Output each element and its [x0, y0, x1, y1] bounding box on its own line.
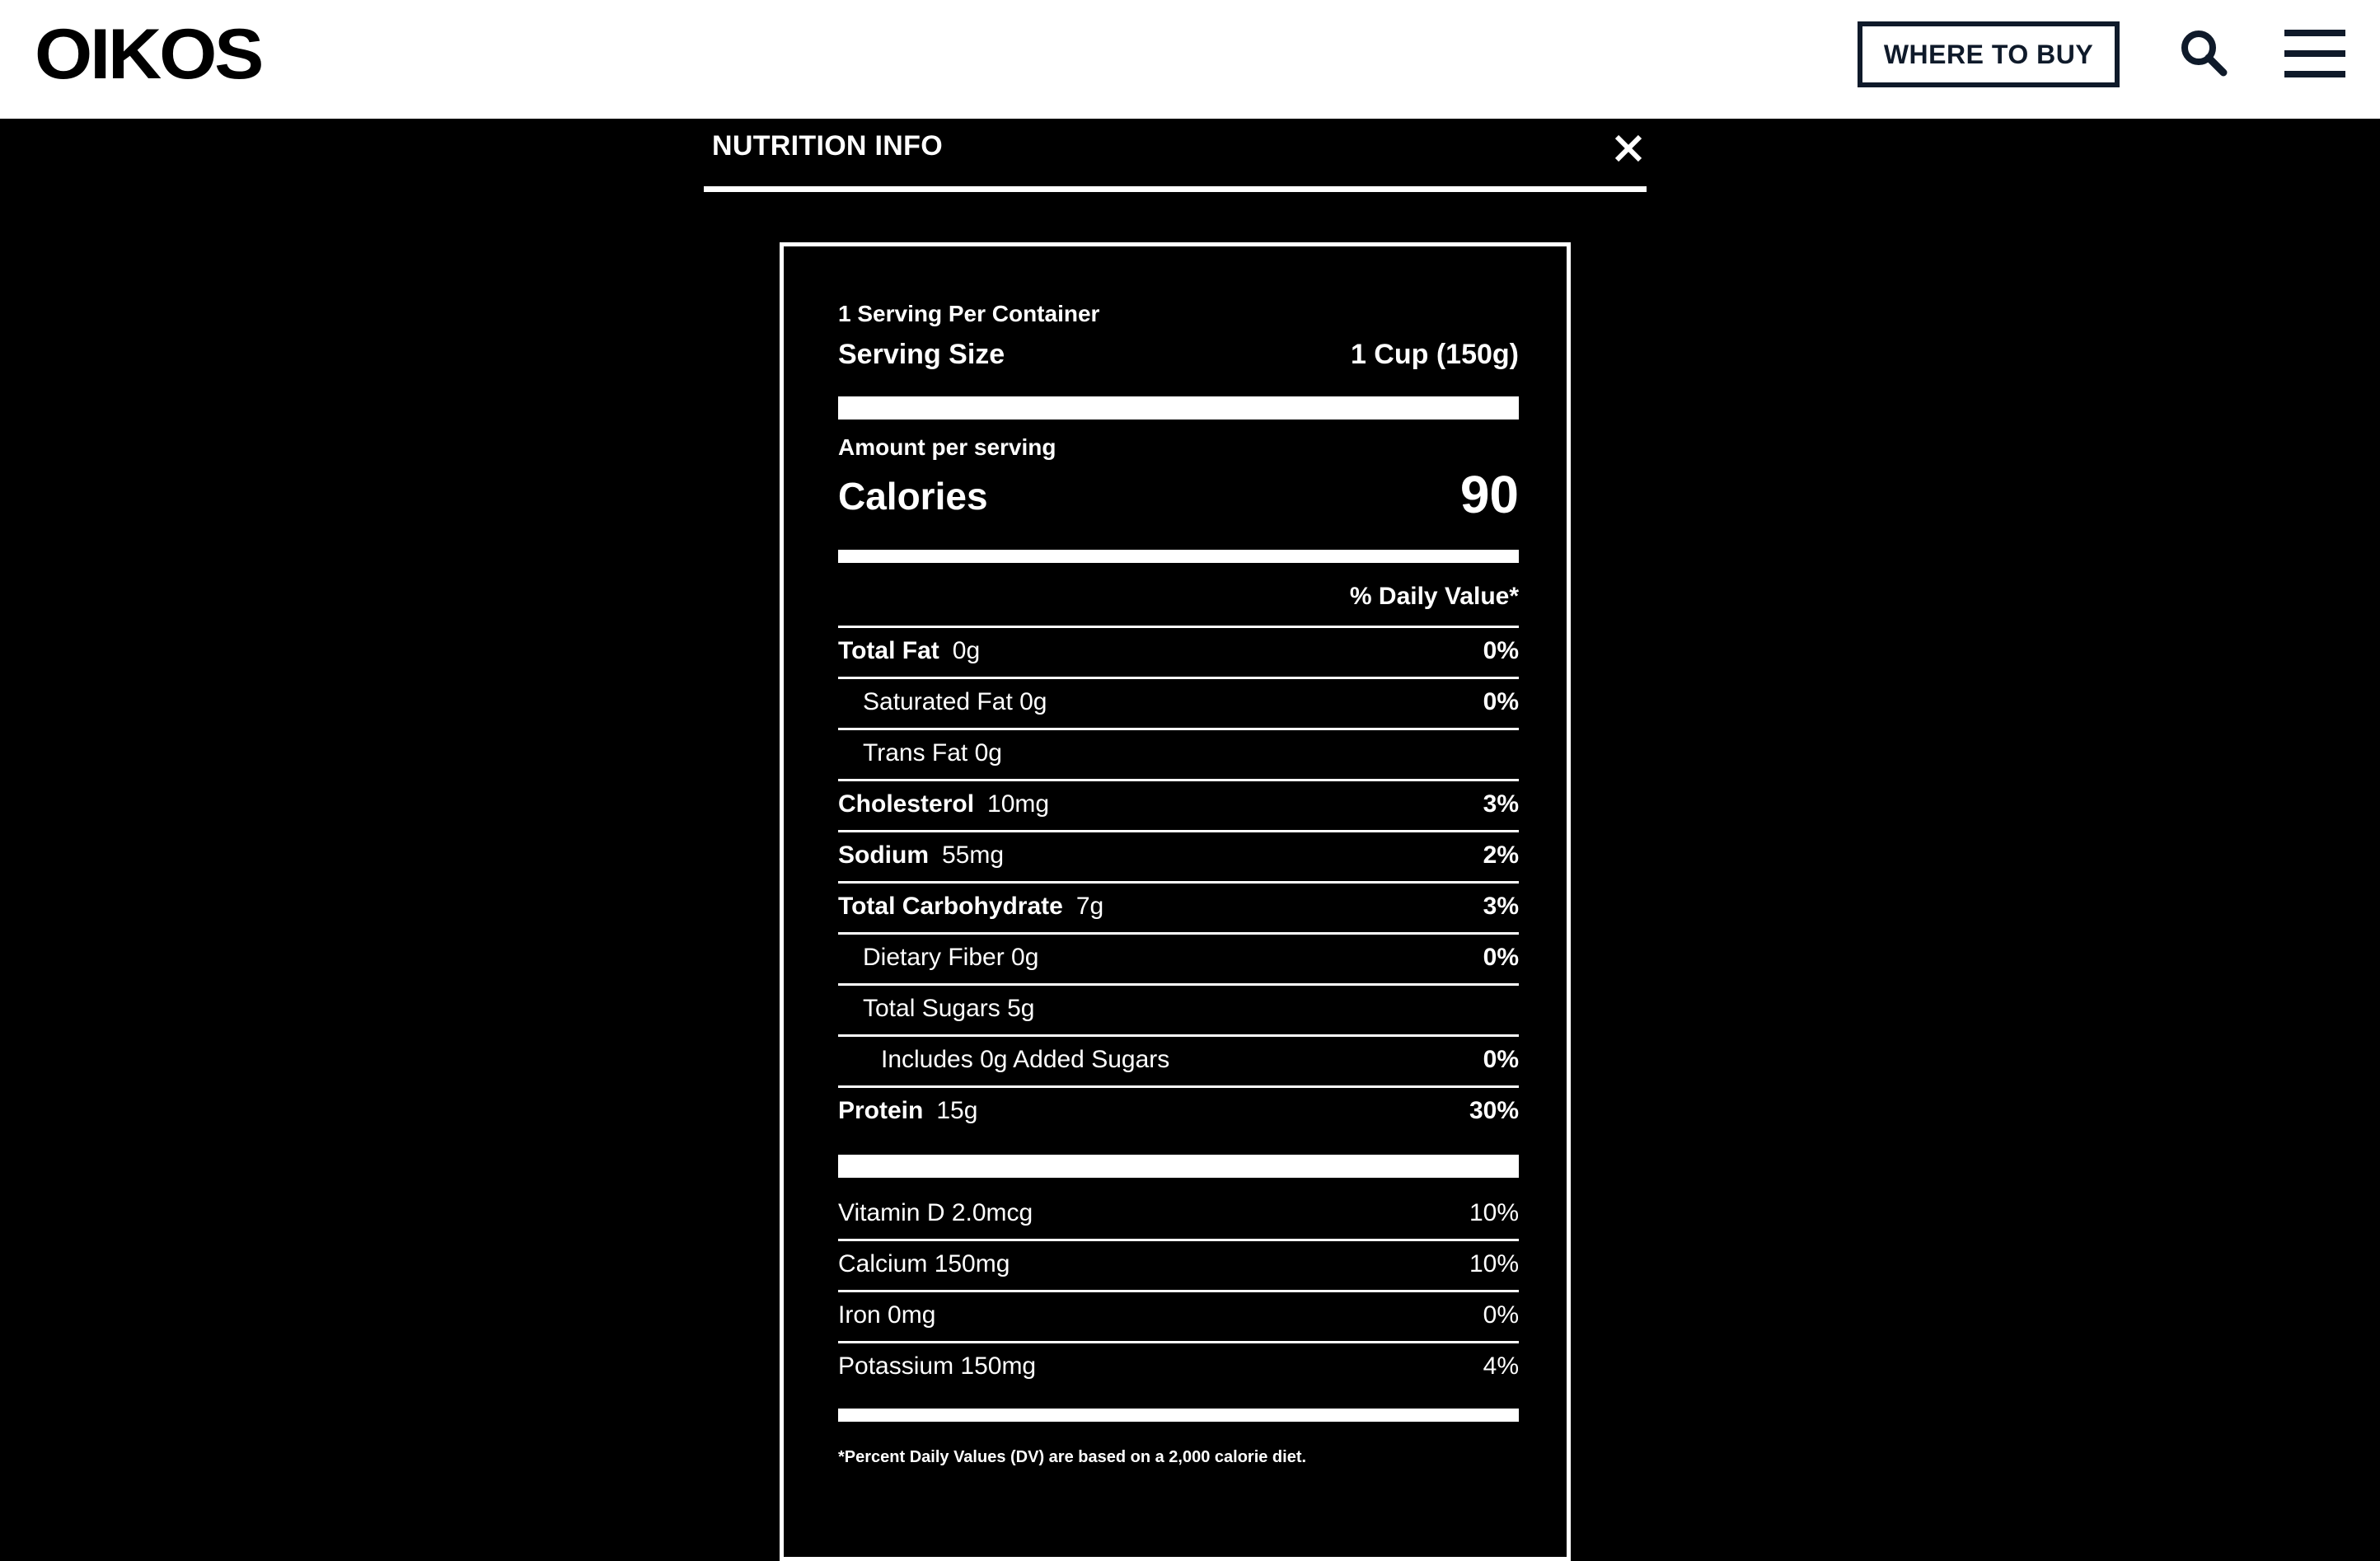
hamburger-menu-icon[interactable] [2284, 30, 2345, 77]
nutrition-facts-panel: 1 Serving Per Container Serving Size 1 C… [780, 242, 1571, 1561]
nutrient-row-added-sugars: Includes 0g Added Sugars 0% [838, 1034, 1519, 1085]
vitamin-dv: 0% [1483, 1301, 1519, 1329]
oikos-logo[interactable]: OIKOS [35, 19, 264, 90]
modal-title-divider [704, 186, 1647, 192]
vitamin-label: Iron 0mg [838, 1301, 936, 1329]
vitamin-row-iron: Iron 0mg 0% [838, 1290, 1519, 1341]
nutrient-row-sodium: Sodium 55mg 2% [838, 830, 1519, 881]
divider-medium [838, 1409, 1519, 1422]
nutrient-row-protein: Protein 15g 30% [838, 1085, 1519, 1137]
nutrient-label: Saturated Fat 0g [863, 688, 1047, 715]
daily-value-footnote: *Percent Daily Values (DV) are based on … [838, 1448, 1307, 1466]
nutrient-row-total-fat: Total Fat 0g 0% [838, 626, 1519, 677]
servings-per-container: 1 Serving Per Container [838, 301, 1100, 326]
nutrient-amount: 15g [936, 1097, 978, 1124]
nutrient-amount: 0g [952, 637, 981, 664]
vitamin-dv: 4% [1483, 1352, 1519, 1380]
daily-value-header: % Daily Value* [1349, 583, 1519, 610]
vitamin-label: Vitamin D 2.0mcg [838, 1199, 1033, 1226]
search-icon[interactable] [2179, 28, 2228, 77]
registered-mark: ® [249, 30, 256, 41]
nutrient-dv: 3% [1483, 790, 1519, 818]
nutrient-row-saturated-fat: Saturated Fat 0g 0% [838, 677, 1519, 728]
nutrient-label: Protein [838, 1097, 924, 1124]
nutrient-row-total-sugars: Total Sugars 5g [838, 983, 1519, 1034]
nutrient-label: Cholesterol [838, 790, 975, 818]
calories-label: Calories [838, 475, 988, 518]
serving-size-label: Serving Size [838, 339, 1005, 370]
nutrient-dv: 0% [1483, 637, 1519, 664]
calories-value: 90 [1459, 465, 1519, 524]
nutrient-label: Total Carbohydrate [838, 893, 1063, 920]
amount-per-serving: Amount per serving [838, 434, 1056, 460]
nutrient-label: Trans Fat 0g [863, 739, 1002, 766]
modal-title: NUTRITION INFO [712, 130, 943, 162]
nutrient-label: Total Fat [838, 637, 939, 664]
vitamin-dv: 10% [1469, 1250, 1519, 1277]
nutrient-dv: 0% [1483, 688, 1519, 715]
vitamin-label: Potassium 150mg [838, 1352, 1037, 1380]
divider-thick [838, 396, 1519, 420]
vitamin-dv: 10% [1469, 1199, 1519, 1226]
nutrient-label: Dietary Fiber 0g [863, 944, 1039, 971]
nutrient-row-cholesterol: Cholesterol 10mg 3% [838, 779, 1519, 830]
close-icon[interactable] [1610, 130, 1647, 166]
nutrient-dv: 3% [1483, 893, 1519, 920]
vitamin-row-potassium: Potassium 150mg 4% [838, 1341, 1519, 1392]
nutrient-label: Sodium [838, 841, 929, 869]
serving-size-value: 1 Cup (150g) [1350, 339, 1519, 370]
nutrient-label: Includes 0g Added Sugars [881, 1046, 1170, 1073]
nutrient-dv: 0% [1483, 1046, 1519, 1073]
nutrient-row-total-carbohydrate: Total Carbohydrate 7g 3% [838, 881, 1519, 932]
vitamin-label: Calcium 150mg [838, 1250, 1010, 1277]
nutrient-dv: 2% [1483, 841, 1519, 869]
nutrient-amount: 7g [1075, 893, 1104, 920]
nutrient-dv: 0% [1483, 944, 1519, 971]
nutrient-row-trans-fat: Trans Fat 0g [838, 728, 1519, 779]
vitamin-row-vitamin-d: Vitamin D 2.0mcg 10% [838, 1188, 1519, 1239]
nutrient-amount: 55mg [942, 841, 1005, 869]
vitamin-row-calcium: Calcium 150mg 10% [838, 1239, 1519, 1290]
divider-thick [838, 1155, 1519, 1178]
nutrient-amount: 10mg [987, 790, 1050, 818]
nutrient-row-dietary-fiber: Dietary Fiber 0g 0% [838, 932, 1519, 983]
site-header: OIKOS ® WHERE TO BUY [0, 0, 2380, 119]
nutrient-dv: 30% [1469, 1097, 1519, 1124]
nutrient-label: Total Sugars 5g [863, 995, 1035, 1022]
where-to-buy-button[interactable]: WHERE TO BUY [1858, 21, 2120, 87]
divider-medium [838, 550, 1519, 563]
